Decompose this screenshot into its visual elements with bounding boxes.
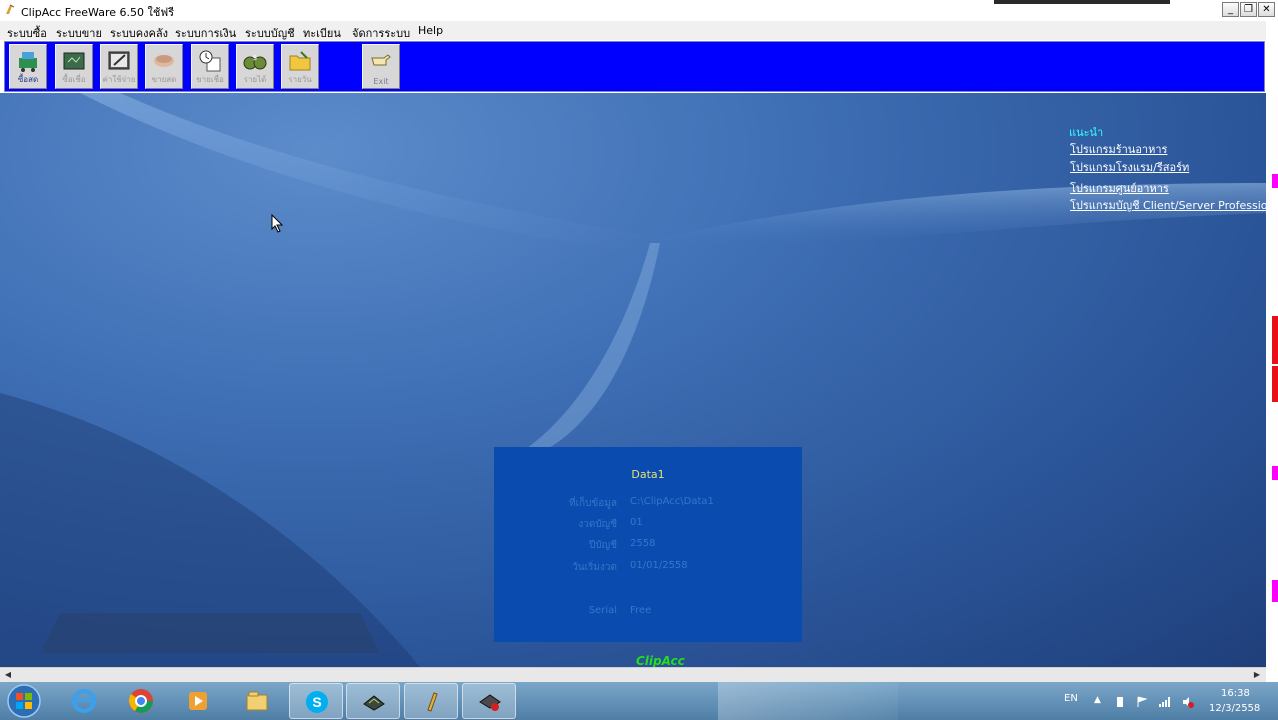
start-date-value: 01/01/2558 — [630, 560, 688, 571]
mouse-cursor-icon — [271, 214, 284, 233]
scroll-left-icon[interactable]: ◀ — [1, 668, 15, 682]
clock-time[interactable]: 16:38 — [1221, 688, 1250, 699]
clock-date[interactable]: 12/3/2558 — [1209, 703, 1260, 714]
cart-icon — [19, 52, 37, 72]
menu-system[interactable]: จัดการระบบ — [352, 24, 410, 42]
taskbar-explorer[interactable] — [230, 683, 284, 719]
svg-text:$: $ — [253, 54, 257, 62]
money-icon — [154, 55, 174, 67]
credit-purchase-button[interactable]: ซื้อเชื่อ — [55, 44, 93, 89]
start-date-label: วันเริ่มงวด — [572, 562, 617, 573]
window-title: ClipAcc FreeWare 6.50 ใช้ฟรี — [21, 6, 175, 19]
daily-button[interactable]: รายวัน — [281, 44, 319, 89]
app-icon — [6, 4, 15, 14]
restore-button[interactable]: ❐ — [1240, 2, 1257, 17]
company-info-panel: Data1 ที่เก็บข้อมูล C:\ClipAcc\Data1 งวด… — [494, 447, 802, 642]
data-path-label: ที่เก็บข้อมูล — [569, 498, 617, 509]
menu-registry[interactable]: ทะเบียน — [303, 24, 341, 42]
toolbar-label: ซื้อสด — [17, 75, 39, 84]
edge-mark — [1272, 466, 1278, 480]
settings-app-icon — [479, 694, 501, 711]
edge-mark — [1272, 316, 1278, 364]
menu-accounting[interactable]: ระบบบัญชี — [245, 24, 295, 42]
clip-app-icon — [427, 692, 438, 712]
taskbar-settings-app[interactable] — [462, 683, 516, 719]
period-value: 01 — [630, 517, 643, 528]
link-client-server[interactable]: โปรแกรมบัญชี Client/Server Professio — [1070, 196, 1266, 214]
taskbar-ie[interactable] — [57, 683, 111, 719]
toolbar-label: ขายสด — [151, 75, 177, 84]
horizontal-scrollbar[interactable]: ◀ ▶ — [0, 667, 1266, 682]
serial-label: Serial — [588, 605, 617, 616]
taskbar-skype[interactable]: S — [289, 683, 343, 719]
link-food-court[interactable]: โปรแกรมศูนย์อาหาร — [1070, 179, 1169, 197]
toolbar-label: ซื้อเชื่อ — [62, 75, 86, 84]
link-restaurant[interactable]: โปรแกรมร้านอาหาร — [1070, 140, 1167, 158]
cash-sale-button[interactable]: ขายสด — [145, 44, 183, 89]
ledger-icon — [63, 52, 85, 70]
menu-inventory[interactable]: ระบบคงคลัง — [110, 24, 168, 42]
chrome-icon — [129, 689, 153, 713]
flag-icon[interactable] — [1136, 696, 1148, 708]
exit-hand-icon — [371, 54, 391, 66]
taskbar-clip-app[interactable] — [404, 683, 458, 719]
edge-mark — [1272, 366, 1278, 402]
taskbar-book-app[interactable] — [346, 683, 400, 719]
file-explorer-icon — [246, 691, 268, 711]
start-button-icon[interactable] — [4, 683, 44, 719]
folder-icon — [289, 51, 311, 71]
exit-button[interactable]: Exit — [362, 44, 400, 89]
taskbar-blurred-region — [718, 682, 898, 720]
year-value: 2558 — [630, 538, 656, 549]
title-bar: ClipAcc FreeWare 6.50 ใช้ฟรี _ ❐ ✕ — [0, 0, 1278, 21]
ie-icon — [72, 689, 96, 713]
media-player-icon — [189, 692, 207, 710]
volume-muted-icon[interactable] — [1182, 696, 1194, 708]
expense-button[interactable]: ค่าใช้จ่าย — [100, 44, 138, 89]
menu-help[interactable]: Help — [418, 24, 443, 37]
invoice-icon — [199, 50, 221, 72]
brand-logo-text: ClipAcc — [636, 654, 685, 668]
network-signal-icon[interactable] — [1158, 696, 1170, 708]
menu-finance[interactable]: ระบบการเงิน — [175, 24, 236, 42]
period-label: งวดบัญชี — [578, 519, 617, 530]
data-set-title: Data1 — [631, 468, 665, 481]
money-bags-icon: $ — [243, 54, 267, 70]
scroll-right-icon[interactable]: ▶ — [1250, 668, 1264, 682]
skype-icon: S — [306, 691, 328, 713]
taskbar-chrome[interactable] — [114, 683, 168, 719]
menu-purchase[interactable]: ระบบซื้อ — [7, 24, 47, 42]
book-app-icon — [363, 695, 385, 711]
language-indicator[interactable]: EN — [1064, 693, 1078, 704]
serial-value: Free — [630, 605, 652, 616]
toolbar-label: ค่าใช้จ่าย — [102, 75, 136, 84]
taskbar: S EN ▲ 16:38 12/3/2558 — [0, 682, 1278, 720]
edge-mark — [1272, 174, 1278, 188]
toolbar-label: รายวัน — [288, 75, 312, 84]
taskbar-media[interactable] — [171, 683, 225, 719]
toolbar-label: Exit — [373, 77, 389, 86]
svg-text:S: S — [312, 694, 321, 710]
main-workspace: แนะนำ โปรแกรมร้านอาหาร โปรแกรมโรงแรม/รีส… — [0, 93, 1266, 667]
toolbar-label: รายได้ — [243, 75, 267, 84]
year-label: ปีบัญชี — [588, 540, 617, 551]
title-bar-edge — [994, 0, 1170, 4]
cash-purchase-button[interactable]: ซื้อสด — [9, 44, 47, 89]
credit-sale-button[interactable]: ขายเชื่อ — [191, 44, 229, 89]
link-hotel[interactable]: โปรแกรมโรงแรม/รีสอร์ท — [1070, 158, 1189, 176]
note-edit-icon — [108, 51, 130, 70]
toolbar: ซื้อสด ซื้อเชื่อ ค่าใช้จ่าย ขายสด ขายเชื… — [4, 41, 1265, 92]
menu-bar: ระบบซื้อ ระบบขาย ระบบคงคลัง ระบบการเงิน … — [0, 21, 1266, 40]
data-path-value: C:\ClipAcc\Data1 — [630, 496, 714, 507]
tray-expand-icon[interactable]: ▲ — [1094, 695, 1101, 705]
recommend-heading: แนะนำ — [1069, 126, 1104, 139]
toolbar-label: ขายเชื่อ — [196, 75, 224, 84]
usb-icon[interactable] — [1114, 696, 1126, 708]
edge-mark — [1272, 580, 1278, 602]
income-button[interactable]: $ รายได้ — [236, 44, 274, 89]
minimize-button[interactable]: _ — [1222, 2, 1239, 17]
close-button[interactable]: ✕ — [1258, 2, 1275, 17]
menu-sales[interactable]: ระบบขาย — [56, 24, 102, 42]
